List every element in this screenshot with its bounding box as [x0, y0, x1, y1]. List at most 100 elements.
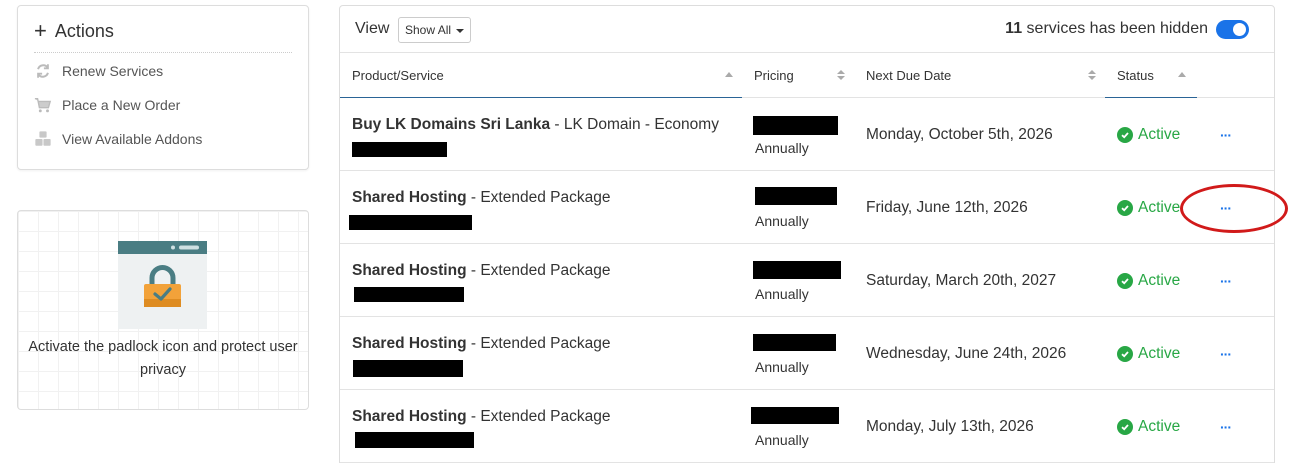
- product-name[interactable]: Shared Hosting - Extended Package: [352, 262, 610, 280]
- status-text: Active: [1138, 418, 1181, 435]
- next-due-date: Friday, June 12th, 2026: [866, 199, 1028, 216]
- more-options-button[interactable]: ···: [1220, 274, 1232, 288]
- table-row[interactable]: Shared Hosting - Extended Package Annual…: [340, 244, 1274, 317]
- redacted-price: [755, 187, 837, 205]
- next-due-date: Monday, October 5th, 2026: [866, 126, 1053, 143]
- billing-cycle: Annually: [755, 432, 809, 448]
- billing-cycle: Annually: [755, 213, 809, 229]
- product-name-rest: - Extended Package: [466, 189, 611, 206]
- column-pricing[interactable]: Pricing: [742, 53, 854, 98]
- sort-icon: [1088, 70, 1096, 80]
- column-status[interactable]: Status: [1105, 53, 1197, 98]
- cubes-icon: [35, 131, 51, 146]
- status-text: Active: [1138, 272, 1181, 289]
- actions-header: + Actions: [34, 20, 114, 42]
- view-filter-select[interactable]: Show All: [398, 17, 471, 43]
- check-circle-icon: [1117, 346, 1133, 362]
- table-row[interactable]: Shared Hosting - Extended Package Annual…: [340, 390, 1274, 463]
- view-filter-value: Show All: [405, 23, 452, 37]
- product-name[interactable]: Shared Hosting - Extended Package: [352, 335, 610, 353]
- status-text: Active: [1138, 345, 1181, 362]
- table-header: Product/Service Pricing Next Due Date St…: [340, 53, 1274, 98]
- product-name-bold: Buy LK Domains Sri Lanka: [352, 116, 551, 133]
- status-badge: Active: [1117, 272, 1180, 290]
- redacted-price: [753, 116, 838, 135]
- caret-down-icon: [456, 28, 465, 33]
- billing-cycle: Annually: [755, 286, 809, 302]
- product-name-bold: Shared Hosting: [352, 262, 467, 279]
- more-options-button[interactable]: ···: [1220, 128, 1232, 142]
- product-name-rest: - Extended Package: [466, 262, 611, 279]
- column-product-service[interactable]: Product/Service: [340, 53, 742, 98]
- actions-title: Actions: [54, 20, 114, 41]
- status-text: Active: [1138, 126, 1181, 143]
- status-badge: Active: [1117, 126, 1180, 144]
- next-due-date: Saturday, March 20th, 2027: [866, 272, 1057, 289]
- redacted-price: [753, 261, 841, 279]
- actions-panel: + Actions Renew Services Place a New Ord…: [17, 5, 309, 170]
- billing-cycle: Annually: [755, 140, 809, 156]
- view-label: View: [355, 20, 390, 37]
- redacted-domain: [352, 142, 447, 157]
- divider: [34, 52, 292, 53]
- product-name-bold: Shared Hosting: [352, 189, 467, 206]
- next-due-date: Monday, July 13th, 2026: [866, 418, 1034, 435]
- product-name-bold: Shared Hosting: [352, 335, 467, 352]
- show-hidden-toggle[interactable]: [1216, 20, 1249, 39]
- column-next-due-date[interactable]: Next Due Date: [854, 53, 1105, 98]
- hidden-services-note: 11 services has been hidden: [1005, 20, 1208, 38]
- privacy-panel: Activate the padlock icon and protect us…: [17, 210, 309, 410]
- next-due-date: Wednesday, June 24th, 2026: [866, 345, 1067, 362]
- column-product-label: Product/Service: [352, 67, 444, 83]
- services-panel: View Show All 11 services has been hidde…: [339, 5, 1275, 463]
- status-badge: Active: [1117, 199, 1180, 217]
- renew-services-link[interactable]: Renew Services: [34, 62, 163, 80]
- sort-asc-icon: [1178, 72, 1186, 77]
- plus-icon: +: [34, 18, 47, 43]
- product-name-rest: - Extended Package: [466, 335, 611, 352]
- check-circle-icon: [1117, 419, 1133, 435]
- redacted-domain: [349, 215, 472, 230]
- toggle-knob: [1233, 23, 1246, 36]
- table-row[interactable]: Shared Hosting - Extended Package Annual…: [340, 171, 1274, 244]
- view-addons-link[interactable]: View Available Addons: [34, 130, 202, 148]
- hidden-count: 11: [1005, 20, 1023, 37]
- table-toolbar: View Show All 11 services has been hidde…: [340, 6, 1274, 53]
- status-badge: Active: [1117, 345, 1180, 363]
- place-new-order-label: Place a New Order: [62, 97, 181, 113]
- hidden-text: services has been hidden: [1026, 20, 1208, 37]
- billing-cycle: Annually: [755, 359, 809, 375]
- product-name-bold: Shared Hosting: [352, 408, 467, 425]
- check-circle-icon: [1117, 127, 1133, 143]
- more-options-button[interactable]: ···: [1220, 347, 1232, 361]
- check-circle-icon: [1117, 200, 1133, 216]
- place-new-order-link[interactable]: Place a New Order: [34, 96, 180, 114]
- renew-services-label: Renew Services: [62, 63, 164, 79]
- table-row[interactable]: Shared Hosting - Extended Package Annual…: [340, 317, 1274, 390]
- redacted-domain: [354, 287, 464, 302]
- product-name[interactable]: Buy LK Domains Sri Lanka - LK Domain - E…: [352, 116, 719, 134]
- column-status-label: Status: [1117, 67, 1154, 83]
- view-addons-label: View Available Addons: [62, 131, 203, 147]
- privacy-text: Activate the padlock icon and protect us…: [28, 339, 298, 378]
- product-name[interactable]: Shared Hosting - Extended Package: [352, 408, 610, 426]
- check-circle-icon: [1117, 273, 1133, 289]
- redacted-domain: [355, 432, 474, 448]
- annotation-circle: [1180, 184, 1288, 233]
- table-row[interactable]: Buy LK Domains Sri Lanka - LK Domain - E…: [340, 98, 1274, 171]
- padlock-illustration-icon: [118, 241, 207, 329]
- refresh-icon: [37, 64, 49, 78]
- cart-icon: [34, 98, 52, 113]
- sort-icon: [837, 70, 845, 80]
- sort-asc-icon: [725, 72, 733, 77]
- product-name-rest: - LK Domain - Economy: [550, 116, 719, 133]
- column-due-label: Next Due Date: [866, 68, 952, 83]
- status-text: Active: [1138, 199, 1181, 216]
- redacted-domain: [353, 360, 463, 377]
- more-options-button[interactable]: ···: [1220, 420, 1232, 434]
- status-badge: Active: [1117, 418, 1180, 436]
- column-pricing-label: Pricing: [754, 68, 794, 83]
- product-name-rest: - Extended Package: [466, 408, 611, 425]
- product-name[interactable]: Shared Hosting - Extended Package: [352, 189, 610, 207]
- redacted-price: [753, 334, 836, 351]
